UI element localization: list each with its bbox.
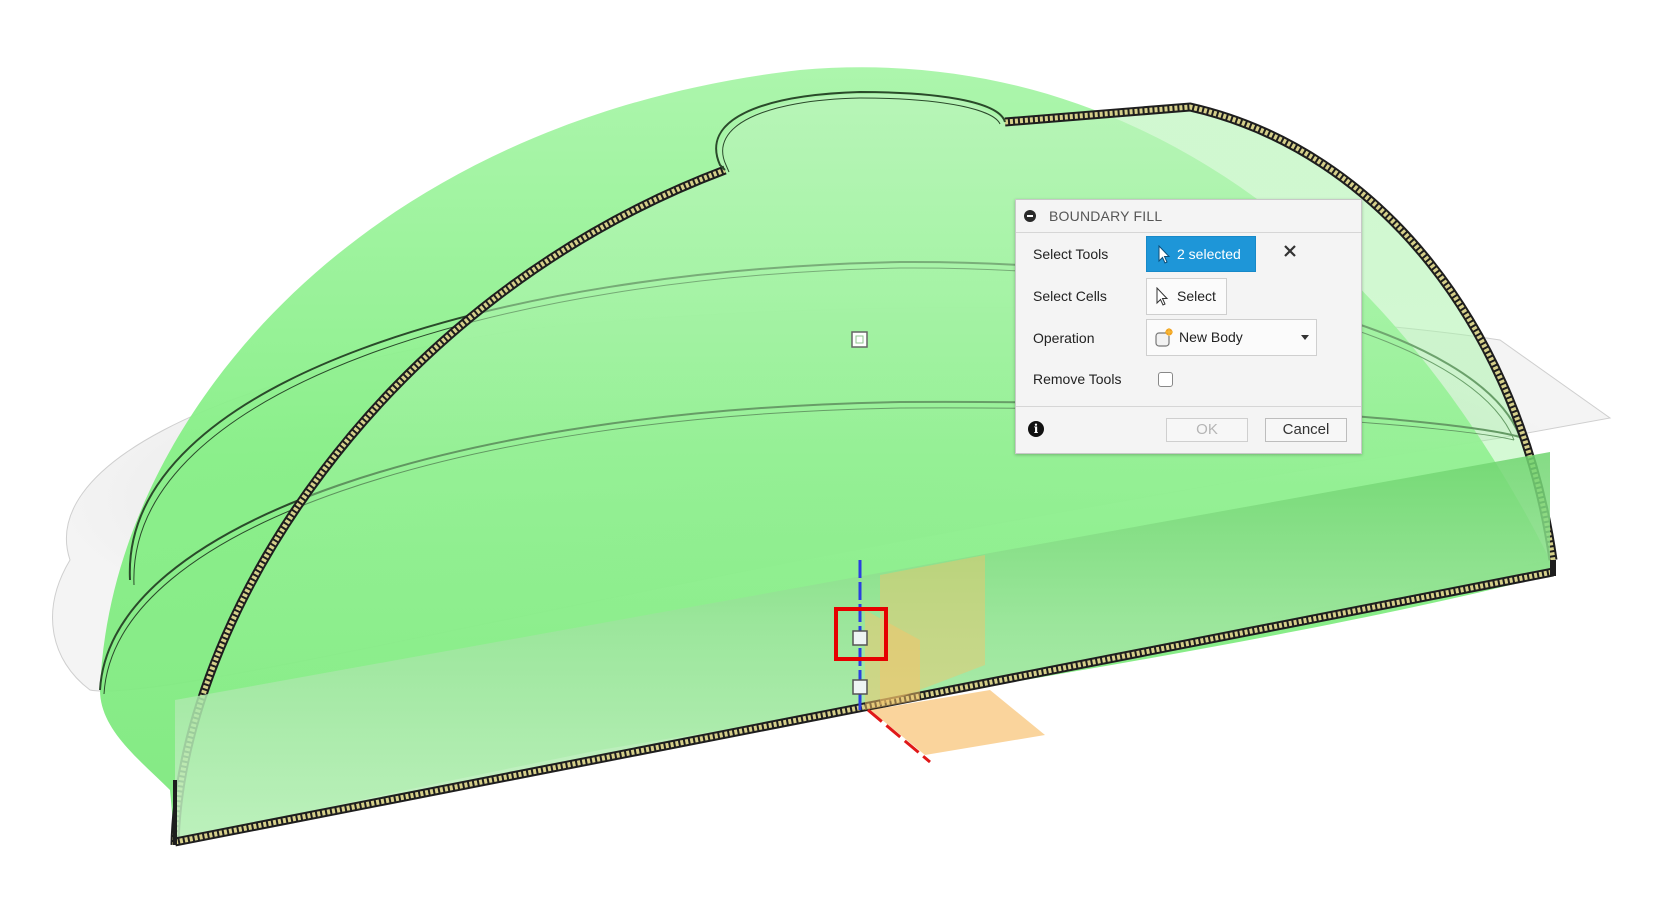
select-cells-label: Select Cells	[1033, 288, 1107, 304]
point-marker-low[interactable]	[852, 679, 868, 695]
clear-x-icon[interactable]	[1281, 242, 1299, 260]
boundary-fill-dialog: BOUNDARY FILL Select Tools 2 selected Se…	[1015, 199, 1362, 454]
remove-tools-checkbox[interactable]	[1158, 372, 1173, 387]
dialog-title: BOUNDARY FILL	[1049, 208, 1163, 224]
viewport-canvas[interactable]	[0, 0, 1671, 893]
collapse-icon[interactable]	[1024, 210, 1036, 222]
3d-viewport[interactable]	[0, 0, 1671, 893]
cursor-arrow-icon	[1158, 245, 1171, 264]
dialog-header: BOUNDARY FILL	[1016, 200, 1361, 233]
ok-button[interactable]: OK	[1166, 418, 1248, 442]
operation-dropdown[interactable]: New Body	[1146, 319, 1317, 356]
cursor-arrow-icon	[1156, 287, 1169, 306]
point-marker-mid[interactable]	[852, 630, 868, 646]
cancel-button[interactable]: Cancel	[1265, 418, 1347, 442]
select-cells-button-label: Select	[1177, 288, 1216, 304]
operation-label: Operation	[1033, 330, 1095, 346]
select-tools-button[interactable]: 2 selected	[1146, 236, 1256, 272]
operation-value: New Body	[1179, 329, 1243, 345]
info-icon[interactable]: i	[1028, 421, 1044, 437]
point-marker-top[interactable]	[851, 331, 868, 348]
remove-tools-label: Remove Tools	[1033, 371, 1122, 387]
new-body-icon	[1155, 328, 1173, 347]
select-tools-value: 2 selected	[1177, 246, 1241, 262]
select-tools-label: Select Tools	[1033, 246, 1109, 262]
dropdown-caret-icon	[1301, 335, 1309, 340]
select-cells-button[interactable]: Select	[1146, 278, 1227, 315]
dialog-footer: i OK Cancel	[1016, 406, 1361, 454]
